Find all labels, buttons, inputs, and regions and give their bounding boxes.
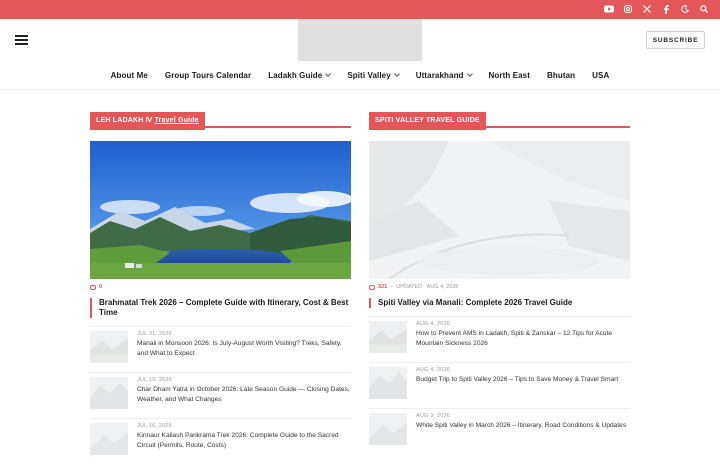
- post-date: JUL 19, 2026: [137, 377, 172, 383]
- section-tag-prefix: LEH LADAKH Ⅳ: [96, 117, 153, 124]
- post-date: JUL 16, 2026: [137, 423, 172, 429]
- site-header: SUBSCRIBE: [0, 19, 720, 63]
- meta-separator: –: [390, 284, 394, 290]
- list-item[interactable]: AUG 4, 2026 How to Prevent AMS in Ladakh,…: [369, 316, 630, 362]
- updated-date: AUG 4, 2026: [426, 284, 459, 290]
- featured-image[interactable]: [369, 141, 630, 279]
- list-item[interactable]: JUL 31, 2026 Manali in Monsoon 2026: Is J…: [90, 326, 351, 372]
- post-thumbnail[interactable]: [90, 377, 128, 409]
- list-item[interactable]: AUG 3, 2026 White Spiti Valley in March 2…: [369, 408, 630, 454]
- nav-item-label: Ladakh Guide: [268, 70, 323, 80]
- subscribe-button[interactable]: SUBSCRIBE: [646, 31, 705, 49]
- x-icon[interactable]: [641, 3, 653, 15]
- section-underline: [90, 126, 351, 128]
- spiti-section: SPITI VALLEY TRAVEL GUIDE 321 – UPDATED:…: [369, 109, 630, 454]
- featured-title[interactable]: Brahmatal Trek 2026 – Complete Guide wit…: [90, 298, 351, 318]
- post-title[interactable]: How to Prevent AMS in Ladakh, Spiti & Za…: [416, 329, 630, 349]
- top-bar: [0, 0, 720, 19]
- post-date: AUG 4, 2026: [416, 321, 450, 327]
- chevron-down-icon: [393, 70, 400, 77]
- nav-item-label: Uttarakhand: [415, 70, 464, 80]
- list-item[interactable]: AUG 4, 2026 Budget Trip to Spiti Valley 2…: [369, 362, 630, 408]
- spiti-snow-image: [369, 141, 630, 279]
- nav-item-about-me[interactable]: About Me: [111, 71, 148, 80]
- post-title[interactable]: Manali in Monsoon 2026: Is July-August W…: [137, 339, 351, 359]
- site-logo[interactable]: [298, 19, 422, 61]
- post-thumbnail[interactable]: [369, 321, 407, 353]
- post-thumbnail[interactable]: [90, 331, 128, 363]
- comment-icon: [369, 284, 375, 290]
- post-title[interactable]: Char Dham Yatra in October 2026: Late Se…: [137, 385, 351, 405]
- social-icons: [603, 3, 710, 15]
- nav-item-uttarakhand[interactable]: Uttarakhand: [415, 70, 473, 80]
- section-tag-link[interactable]: Travel Guide: [154, 117, 198, 124]
- post-date: AUG 3, 2026: [416, 413, 450, 419]
- post-thumbnail[interactable]: [90, 423, 128, 455]
- menu-icon[interactable]: [15, 35, 28, 45]
- comment-count[interactable]: 321: [378, 284, 387, 290]
- nav-item-usa[interactable]: USA: [592, 71, 609, 80]
- brahmatal-lake-image: [90, 141, 351, 279]
- chevron-down-icon: [325, 70, 332, 77]
- updated-label: UPDATED:: [396, 284, 424, 290]
- nav-item-label: Bhutan: [547, 70, 576, 80]
- list-item[interactable]: JUL 16, 2026 Kinnaur Kailash Parikrama Tr…: [90, 418, 351, 464]
- nav-item-label: Spiti Valley: [347, 70, 391, 80]
- nav-item-ladakh-guide[interactable]: Ladakh Guide: [268, 70, 332, 80]
- list-item[interactable]: JUL 19, 2026 Char Dham Yatra in October 2…: [90, 372, 351, 418]
- section-underline: [369, 126, 630, 128]
- nav-divider: [0, 89, 720, 90]
- featured-meta: 0: [90, 283, 351, 291]
- post-list: JUL 31, 2026 Manali in Monsoon 2026: Is J…: [90, 326, 351, 464]
- comment-icon: [90, 284, 96, 290]
- post-list: AUG 4, 2026 How to Prevent AMS in Ladakh,…: [369, 316, 630, 454]
- ladakh-section: LEH LADAKH Ⅳ Travel Guide 0 Brahmatal Tr…: [90, 109, 351, 464]
- nav-item-north-east[interactable]: North East: [489, 71, 530, 80]
- instagram-icon[interactable]: [622, 3, 634, 15]
- main-nav: About Me Group Tours Calendar Ladakh Guide…: [0, 64, 720, 86]
- featured-title[interactable]: Spiti Valley via Manali: Complete 2026 T…: [369, 298, 630, 308]
- post-title[interactable]: Kinnaur Kailash Parikrama Trek 2026: Com…: [137, 431, 351, 451]
- nav-item-label: Group Tours Calendar: [164, 70, 252, 80]
- facebook-icon[interactable]: [660, 3, 672, 15]
- section-header: LEH LADAKH Ⅳ Travel Guide: [90, 109, 351, 130]
- post-date: JUL 31, 2026: [137, 331, 172, 337]
- nav-item-bhutan[interactable]: Bhutan: [547, 71, 575, 80]
- featured-image[interactable]: [90, 141, 351, 279]
- section-header: SPITI VALLEY TRAVEL GUIDE: [369, 109, 630, 130]
- nav-item-label: USA: [592, 70, 610, 80]
- post-title[interactable]: White Spiti Valley in March 2026 – Itine…: [416, 421, 630, 431]
- post-thumbnail[interactable]: [369, 367, 407, 399]
- search-icon[interactable]: [698, 3, 710, 15]
- featured-meta: 321 – UPDATED: AUG 4, 2026: [369, 283, 630, 291]
- nav-item-group-tours-calendar[interactable]: Group Tours Calendar: [165, 71, 251, 80]
- chevron-down-icon: [466, 70, 473, 77]
- nav-item-label: About Me: [110, 70, 148, 80]
- post-date: AUG 4, 2026: [416, 367, 450, 373]
- moon-icon[interactable]: [679, 3, 691, 15]
- nav-item-spiti-valley[interactable]: Spiti Valley: [347, 70, 400, 80]
- post-thumbnail[interactable]: [369, 413, 407, 445]
- nav-item-label: North East: [488, 70, 530, 80]
- youtube-icon[interactable]: [603, 3, 615, 15]
- comment-count[interactable]: 0: [99, 284, 102, 290]
- post-title[interactable]: Budget Trip to Spiti Valley 2026 – Tips …: [416, 375, 630, 385]
